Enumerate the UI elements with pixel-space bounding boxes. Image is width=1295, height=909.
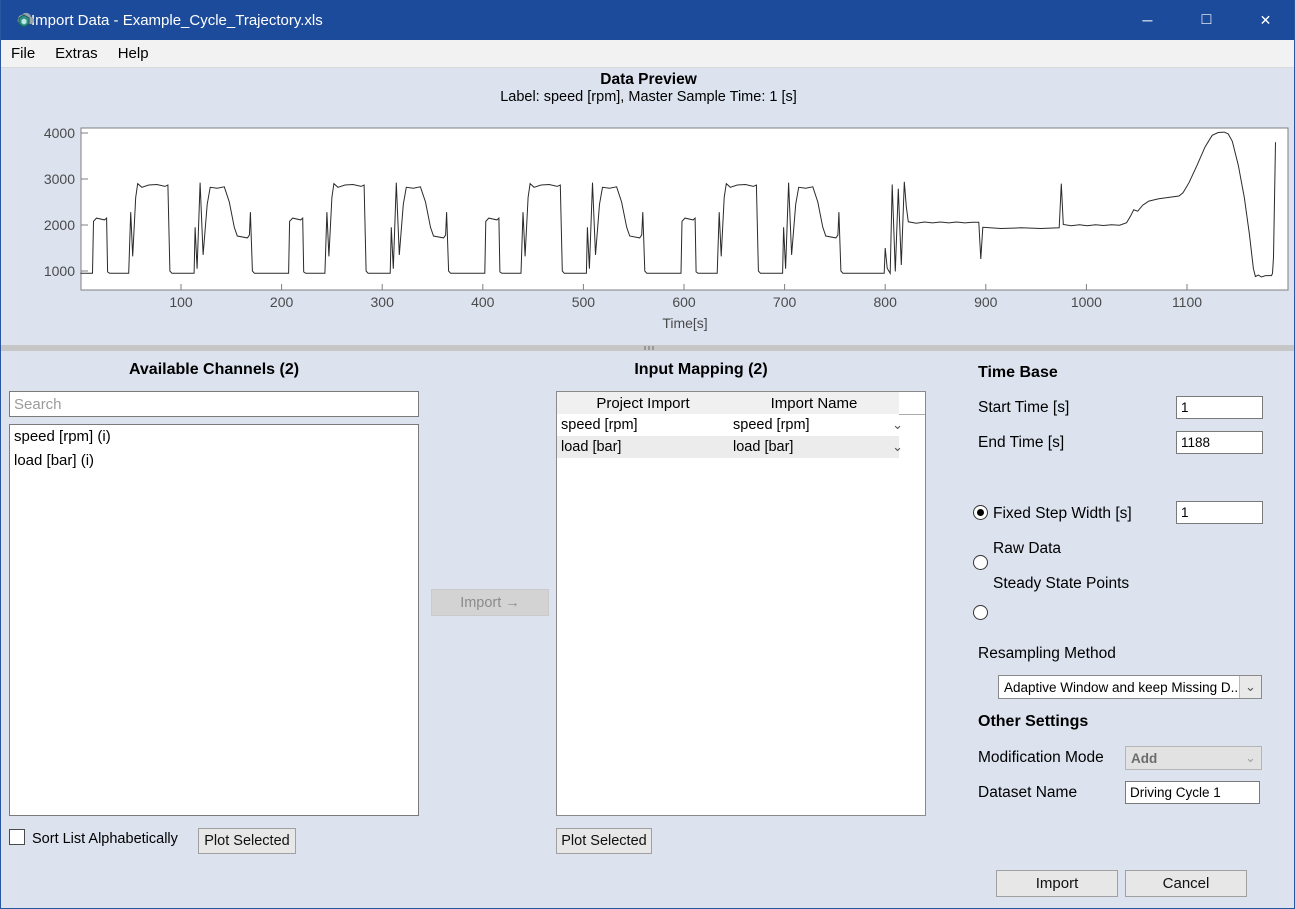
menu-extras[interactable]: Extras <box>45 40 108 68</box>
svg-text:3000: 3000 <box>44 171 75 187</box>
end-time-input[interactable] <box>1176 431 1263 454</box>
preview-chart: 100 200 300 400 500 600 700 800 900 1000 1100 1000 2… <box>1 110 1295 345</box>
svg-text:500: 500 <box>572 294 596 310</box>
column-header-project-import[interactable]: Project Import <box>557 392 730 415</box>
sort-alphabetically-label: Sort List Alphabetically <box>32 831 178 847</box>
splitter-grip <box>648 346 650 350</box>
preview-title: Data Preview <box>1 71 1295 89</box>
svg-text:4000: 4000 <box>44 125 75 141</box>
plot-area <box>81 128 1288 290</box>
fixed-step-width-label: Fixed Step Width [s] <box>993 505 1132 523</box>
menu-file[interactable]: File <box>1 40 45 68</box>
chevron-down-icon: ⌄ <box>1240 747 1261 769</box>
close-button[interactable]: ✕ <box>1236 0 1295 40</box>
close-icon: ✕ <box>1260 12 1272 29</box>
svg-text:400: 400 <box>471 294 495 310</box>
steady-state-points-label: Steady State Points <box>993 575 1129 593</box>
svg-text:700: 700 <box>773 294 797 310</box>
import-transfer-button[interactable]: Import → <box>431 589 549 616</box>
svg-text:1100: 1100 <box>1172 294 1202 310</box>
other-settings-title: Other Settings <box>978 713 1088 731</box>
fixed-step-width-input[interactable] <box>1176 501 1263 524</box>
end-time-label: End Time [s] <box>978 434 1064 452</box>
svg-text:1000: 1000 <box>44 263 75 279</box>
minimize-button[interactable]: ─ <box>1118 0 1177 40</box>
splitter-grip <box>644 346 646 350</box>
import-data-window: Import Data - Example_Cycle_Trajectory.x… <box>0 0 1295 909</box>
minimize-icon: ─ <box>1143 12 1153 28</box>
input-mapping-table: Project Import Import Name speed [rpm] s… <box>556 391 926 816</box>
import-name-dropdown[interactable]: load [bar]⌄ <box>729 436 907 458</box>
dataset-name-input[interactable] <box>1125 781 1260 804</box>
horizontal-splitter[interactable] <box>1 345 1295 351</box>
steady-state-points-radio[interactable] <box>973 605 988 620</box>
list-item[interactable]: speed [rpm] (i) <box>10 425 418 449</box>
svg-text:100: 100 <box>169 294 193 310</box>
resampling-method-label: Resampling Method <box>978 645 1116 663</box>
title-bar: Import Data - Example_Cycle_Trajectory.x… <box>1 0 1295 40</box>
import-button[interactable]: Import <box>996 870 1118 897</box>
modification-mode-dropdown: Add ⌄ <box>1125 746 1262 770</box>
preview-subtitle: Label: speed [rpm], Master Sample Time: … <box>1 89 1295 105</box>
chevron-down-icon: ⌄ <box>892 442 903 452</box>
sort-alphabetically-checkbox[interactable] <box>9 829 25 845</box>
import-name-dropdown[interactable]: speed [rpm]⌄ <box>729 414 907 436</box>
chevron-down-icon: ⌄ <box>892 420 903 430</box>
modification-mode-label: Modification Mode <box>978 749 1104 767</box>
raw-data-radio[interactable] <box>973 555 988 570</box>
column-header-import-name[interactable]: Import Name <box>729 392 900 415</box>
dataset-name-label: Dataset Name <box>978 784 1077 802</box>
search-input[interactable] <box>9 391 419 417</box>
svg-text:200: 200 <box>270 294 294 310</box>
plot-selected-channels-button[interactable]: Plot Selected <box>198 828 296 854</box>
x-axis-label: Time[s] <box>662 315 707 331</box>
maximize-icon: □ <box>1202 11 1212 29</box>
app-icon <box>15 11 34 30</box>
svg-text:600: 600 <box>672 294 696 310</box>
splitter-grip <box>652 346 654 350</box>
plot-selected-mapping-button[interactable]: Plot Selected <box>556 828 652 854</box>
resampling-method-dropdown[interactable]: Adaptive Window and keep Missing D... ⌄ <box>998 675 1262 699</box>
svg-text:300: 300 <box>371 294 395 310</box>
menu-bar: File Extras Help <box>1 40 1295 68</box>
svg-text:1000: 1000 <box>1071 294 1102 310</box>
project-import-cell[interactable]: load [bar] <box>557 436 737 458</box>
time-base-title: Time Base <box>978 364 1058 382</box>
svg-text:2000: 2000 <box>44 217 75 233</box>
raw-data-label: Raw Data <box>993 540 1061 558</box>
menu-help[interactable]: Help <box>108 40 159 68</box>
start-time-label: Start Time [s] <box>978 399 1069 417</box>
chevron-down-icon: ⌄ <box>1239 676 1261 698</box>
window-title: Import Data - Example_Cycle_Trajectory.x… <box>31 12 323 29</box>
maximize-button[interactable]: □ <box>1177 0 1236 40</box>
fixed-step-width-radio[interactable] <box>973 505 988 520</box>
cancel-button[interactable]: Cancel <box>1125 870 1247 897</box>
svg-text:800: 800 <box>874 294 898 310</box>
start-time-input[interactable] <box>1176 396 1263 419</box>
project-import-cell[interactable]: speed [rpm] <box>557 414 737 436</box>
list-item[interactable]: load [bar] (i) <box>10 449 418 473</box>
input-mapping-title: Input Mapping (2) <box>556 361 846 379</box>
channel-list[interactable]: speed [rpm] (i) load [bar] (i) <box>9 424 419 816</box>
available-channels-title: Available Channels (2) <box>9 361 419 379</box>
svg-text:900: 900 <box>974 294 998 310</box>
column-header-spacer <box>899 392 925 415</box>
